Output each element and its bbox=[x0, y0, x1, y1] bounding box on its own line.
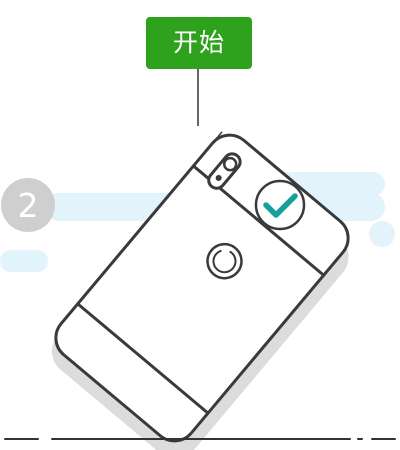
cloud-band-left bbox=[0, 250, 48, 272]
step-number: 2 bbox=[18, 186, 39, 225]
step-badge: 2 bbox=[1, 178, 55, 232]
cloud-dot-right bbox=[369, 221, 395, 247]
checkmark-circle-icon bbox=[254, 179, 306, 231]
illustration: 2 bbox=[0, 131, 396, 450]
